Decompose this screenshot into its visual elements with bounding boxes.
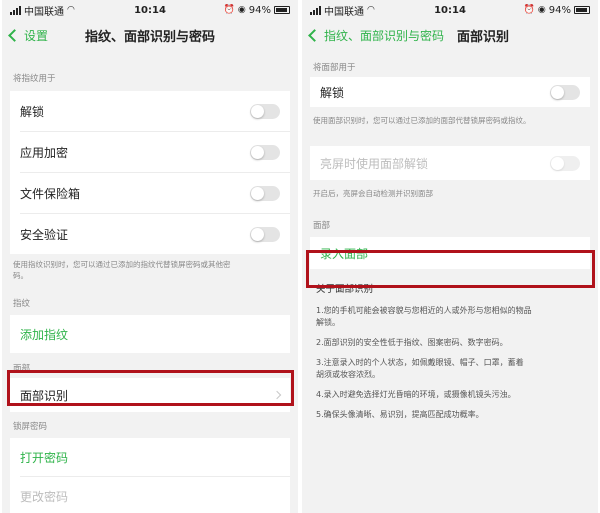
section-header-lock-password: 锁屏密码	[13, 422, 48, 432]
row-label: 更改密码	[20, 489, 69, 504]
settings-screen-face-recognition: 中国联通 ◠ 10:14 ⏰ ◉ 94% 指纹、面部识别与密码 面部识别 将面部…	[302, 0, 598, 513]
section-header-fingerprint-usage: 将指纹用于	[13, 74, 56, 84]
change-password-button[interactable]: 更改密码	[10, 477, 290, 513]
status-bar: 中国联通 ◠ 10:14 ⏰ ◉ 94%	[2, 0, 298, 20]
about-item-3: 3.注意录入时的个人状态，如佩戴眼镜、帽子、口罩，蓄着 胡须或妆容浓烈。	[302, 357, 598, 381]
battery-icon	[574, 6, 590, 14]
lock-password-card: 打开密码 更改密码	[10, 438, 290, 513]
section-header-fingerprint: 指纹	[13, 299, 31, 309]
screen-on-unlock-toggle[interactable]	[550, 155, 580, 171]
back-button[interactable]: 指纹、面部识别与密码	[308, 27, 445, 44]
about-line: 胡须或妆容浓烈。	[316, 370, 380, 379]
row-label: 应用加密	[20, 145, 69, 160]
row-label: 添加指纹	[20, 327, 69, 342]
back-label: 设置	[24, 28, 49, 43]
about-line: 5.确保头像清晰、易识别，提高匹配成功概率。	[316, 410, 484, 419]
about-line: 1.您的手机可能会被容貌与您相近的人或外形与您相似的物品	[316, 306, 532, 315]
add-fingerprint-button[interactable]: 添加指纹	[10, 315, 290, 353]
toggle-row-file-safe[interactable]: 文件保险箱	[10, 173, 290, 213]
row-label: 亮屏时使用面部解锁	[320, 156, 429, 171]
about-item-2: 2.面部识别的安全性低于指纹、图案密码、数字密码。	[302, 337, 598, 349]
section-header-face-usage: 将面部用于	[313, 63, 356, 73]
clock: 10:14	[434, 4, 466, 16]
navigation-bar: 设置 指纹、面部识别与密码	[2, 20, 298, 50]
navigation-bar: 指纹、面部识别与密码 面部识别	[302, 20, 598, 50]
row-label: 解锁	[320, 85, 345, 100]
back-chevron-icon	[308, 28, 321, 42]
row-label: 解锁	[20, 104, 45, 119]
about-item-5: 5.确保头像清晰、易识别，提高匹配成功概率。	[302, 409, 598, 421]
toggle-row-screen-on-face-unlock[interactable]: 亮屏时使用面部解锁	[310, 146, 590, 180]
about-line: 2.面部识别的安全性低于指纹、图案密码、数字密码。	[316, 338, 508, 347]
face-unlock-toggle[interactable]	[550, 84, 580, 100]
fingerprint-card: 添加指纹	[10, 315, 290, 353]
toggle-row-app-encryption[interactable]: 应用加密	[10, 132, 290, 172]
row-label: 打开密码	[20, 450, 69, 465]
section-header-face: 面部	[313, 221, 331, 231]
clock: 10:14	[134, 4, 166, 16]
highlight-box-face-recognition	[7, 370, 294, 406]
battery-icon	[274, 6, 290, 14]
screen-on-note: 开启后，亮屏会自动检测并识别面部	[313, 189, 433, 198]
open-password-button[interactable]: 打开密码	[10, 438, 290, 476]
row-label: 文件保险箱	[20, 186, 81, 201]
back-button[interactable]: 设置	[8, 27, 49, 44]
app-encryption-toggle[interactable]	[250, 144, 280, 160]
note-line: 码。	[13, 271, 28, 280]
toggle-row-face-unlock[interactable]: 解锁	[310, 77, 590, 107]
about-line: 4.录入时避免选择灯光昏暗的环境，或摄像机镜头污浊。	[316, 390, 516, 399]
face-usage-card: 解锁	[310, 77, 590, 107]
note-line: 使用指纹识别时，您可以通过已添加的指纹代替锁屏密码或其他密	[13, 260, 231, 269]
toggle-row-security-verification[interactable]: 安全验证	[10, 214, 290, 254]
fingerprint-note: 使用指纹识别时，您可以通过已添加的指纹代替锁屏密码或其他密 码。	[2, 259, 298, 281]
row-label: 安全验证	[20, 227, 69, 242]
about-item-1: 1.您的手机可能会被容貌与您相近的人或外形与您相似的物品 解锁。	[302, 305, 598, 329]
back-label: 指纹、面部识别与密码	[324, 28, 445, 43]
about-line: 解锁。	[316, 318, 340, 327]
unlock-toggle[interactable]	[250, 103, 280, 119]
face-unlock-note: 使用面部识别时，您可以通过已添加的面部代替锁屏密码或指纹。	[313, 116, 531, 125]
screen-on-unlock-card: 亮屏时使用面部解锁	[310, 146, 590, 180]
file-safe-toggle[interactable]	[250, 185, 280, 201]
fingerprint-usage-card: 解锁 应用加密 文件保险箱 安全验证	[10, 91, 290, 254]
security-verification-toggle[interactable]	[250, 226, 280, 242]
settings-screen-fingerprint-face-password: 中国联通 ◠ 10:14 ⏰ ◉ 94% 设置 指纹、面部识别与密码 将指纹用于…	[2, 0, 298, 513]
about-item-4: 4.录入时避免选择灯光昏暗的环境，或摄像机镜头污浊。	[302, 389, 598, 401]
back-chevron-icon	[8, 28, 21, 42]
page-title: 面部识别	[457, 29, 510, 45]
toggle-row-unlock[interactable]: 解锁	[10, 91, 290, 131]
about-line: 3.注意录入时的个人状态，如佩戴眼镜、帽子、口罩，蓄着	[316, 358, 524, 367]
highlight-box-enroll-face	[306, 250, 595, 288]
status-bar: 中国联通 ◠ 10:14 ⏰ ◉ 94%	[302, 0, 598, 20]
